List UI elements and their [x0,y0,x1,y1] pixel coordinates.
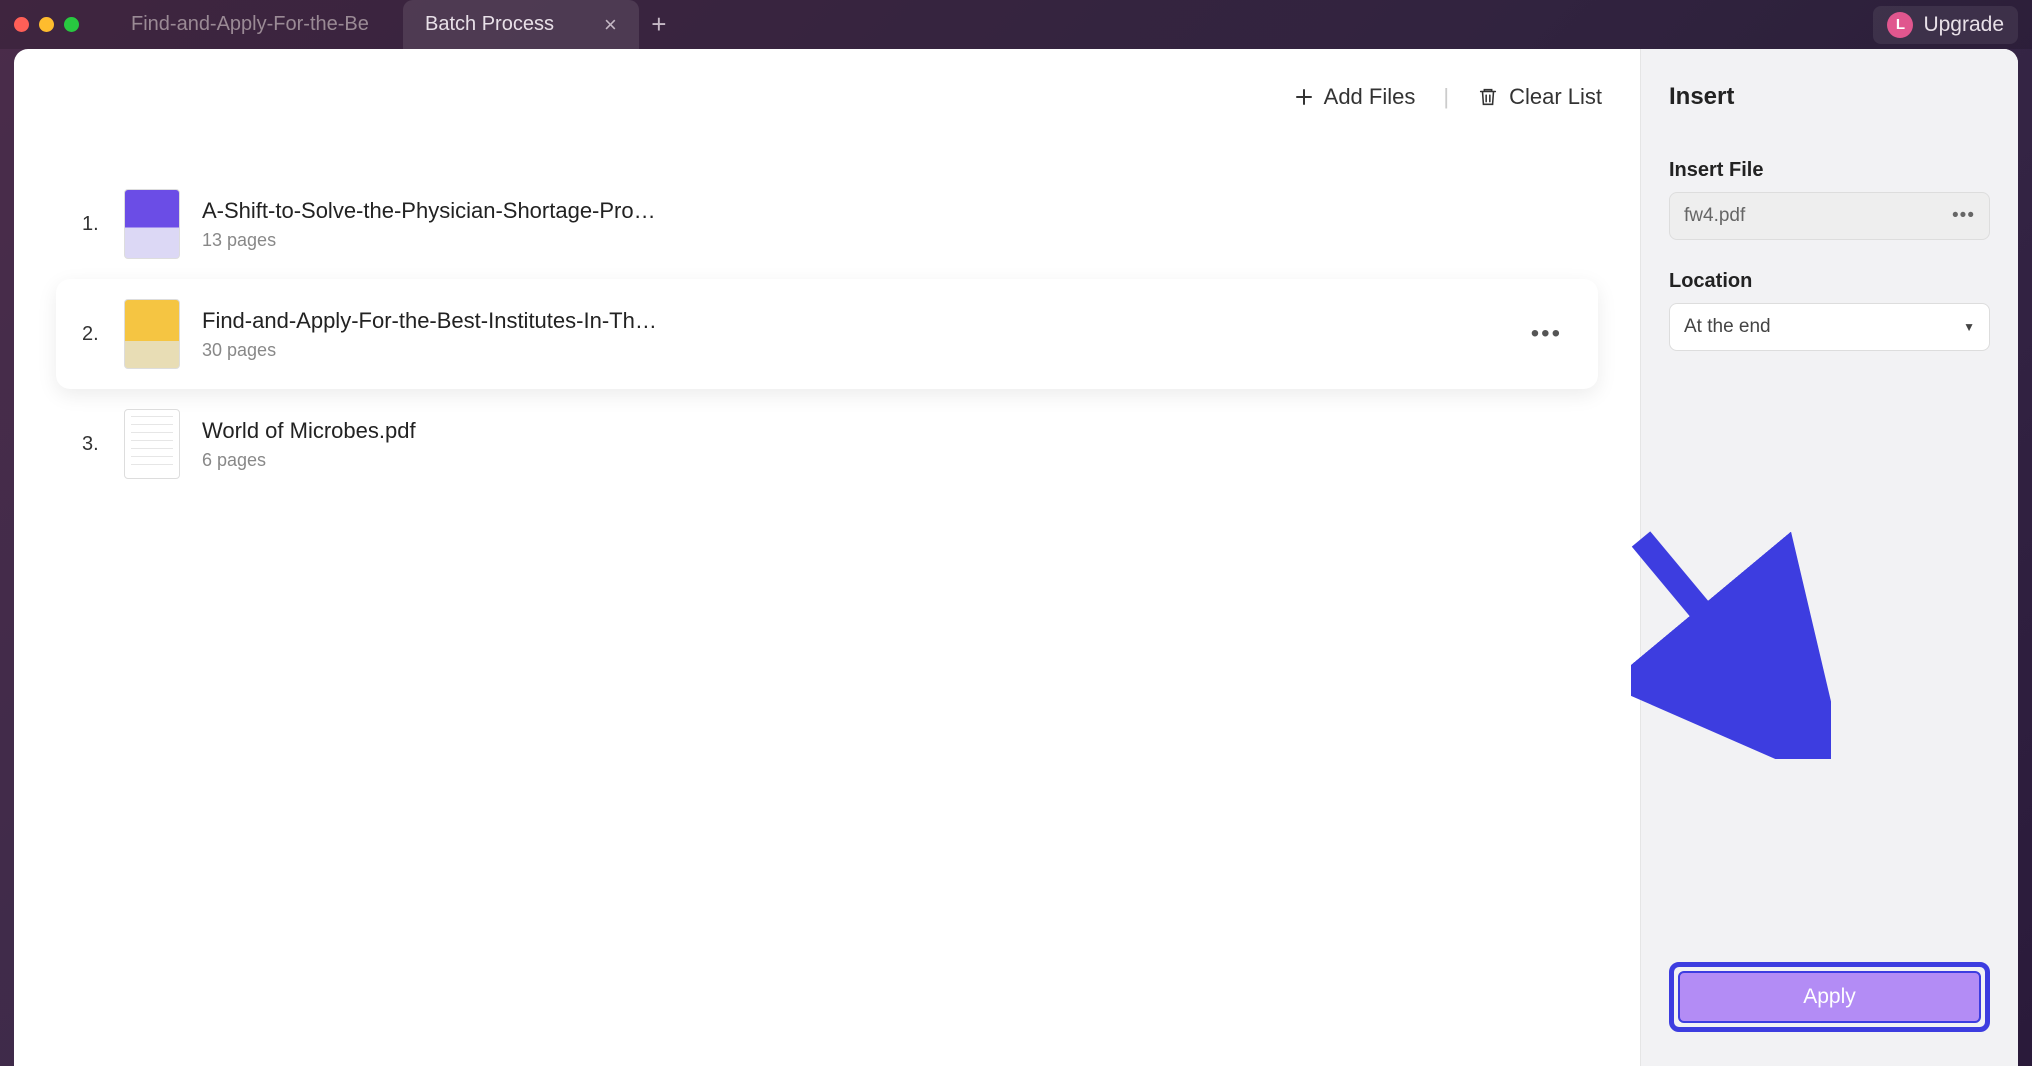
app-window: Add Files | Clear List 1. A-Shift-to-Sol… [14,49,2018,1066]
tab-find-and-apply[interactable]: Find-and-Apply-For-the-Be [109,0,403,49]
location-value: At the end [1684,316,1771,338]
file-pages: 30 pages [202,340,1509,361]
item-number: 1. [82,213,102,236]
insert-file-field[interactable]: fw4.pdf ••• [1669,192,1990,240]
file-meta: Find-and-Apply-For-the-Best-Institutes-I… [202,308,1509,361]
item-more-icon[interactable]: ••• [1531,320,1572,348]
upgrade-label: Upgrade [1923,13,2004,37]
toolbar: Add Files | Clear List [14,49,1640,145]
clear-list-button[interactable]: Clear List [1477,84,1602,110]
file-name: Find-and-Apply-For-the-Best-Institutes-I… [202,308,662,334]
main-pane: Add Files | Clear List 1. A-Shift-to-Sol… [14,49,1640,1066]
tab-strip: Find-and-Apply-For-the-Be Batch Process … [109,0,679,49]
toolbar-separator: | [1443,84,1449,110]
apply-button[interactable]: Apply [1678,971,1981,1023]
file-meta: World of Microbes.pdf 6 pages [202,418,1572,471]
file-pages: 6 pages [202,450,1572,471]
location-label: Location [1669,270,1990,293]
location-select[interactable]: At the end ▼ [1669,303,1990,351]
file-name: A-Shift-to-Solve-the-Physician-Shortage-… [202,198,662,224]
more-options-icon[interactable]: ••• [1952,205,1975,227]
add-files-label: Add Files [1324,84,1416,110]
file-thumbnail [124,409,180,479]
file-meta: A-Shift-to-Solve-the-Physician-Shortage-… [202,198,1572,251]
close-tab-icon[interactable]: × [604,12,617,38]
file-thumbnail [124,189,180,259]
clear-list-label: Clear List [1509,84,1602,110]
new-tab-button[interactable]: + [639,0,679,49]
file-name: World of Microbes.pdf [202,418,662,444]
upgrade-button[interactable]: L Upgrade [1873,6,2018,44]
tab-label: Batch Process [425,13,554,36]
tab-batch-process[interactable]: Batch Process × [403,0,639,49]
item-number: 2. [82,323,102,346]
apply-highlight: Apply [1669,962,1990,1032]
plus-icon [1294,87,1314,107]
insert-file-label: Insert File [1669,159,1990,182]
avatar: L [1887,12,1913,38]
close-window-button[interactable] [14,17,29,32]
trash-icon [1477,86,1499,108]
traffic-lights [14,17,79,32]
file-list: 1. A-Shift-to-Solve-the-Physician-Shorta… [14,145,1640,523]
file-thumbnail [124,299,180,369]
item-number: 3. [82,433,102,456]
annotation-arrow [1631,529,1831,764]
fullscreen-window-button[interactable] [64,17,79,32]
list-item[interactable]: 2. Find-and-Apply-For-the-Best-Institute… [56,279,1598,389]
window-titlebar: Find-and-Apply-For-the-Be Batch Process … [0,0,2032,49]
insert-file-value: fw4.pdf [1684,205,1745,227]
side-panel: Insert Insert File fw4.pdf ••• Location … [1640,49,2018,1066]
minimize-window-button[interactable] [39,17,54,32]
file-pages: 13 pages [202,230,1572,251]
panel-title: Insert [1669,83,1990,111]
list-item[interactable]: 3. World of Microbes.pdf 6 pages [56,389,1598,499]
add-files-button[interactable]: Add Files [1294,84,1416,110]
chevron-down-icon: ▼ [1963,320,1975,334]
tab-label: Find-and-Apply-For-the-Be [131,13,381,36]
list-item[interactable]: 1. A-Shift-to-Solve-the-Physician-Shorta… [56,169,1598,279]
